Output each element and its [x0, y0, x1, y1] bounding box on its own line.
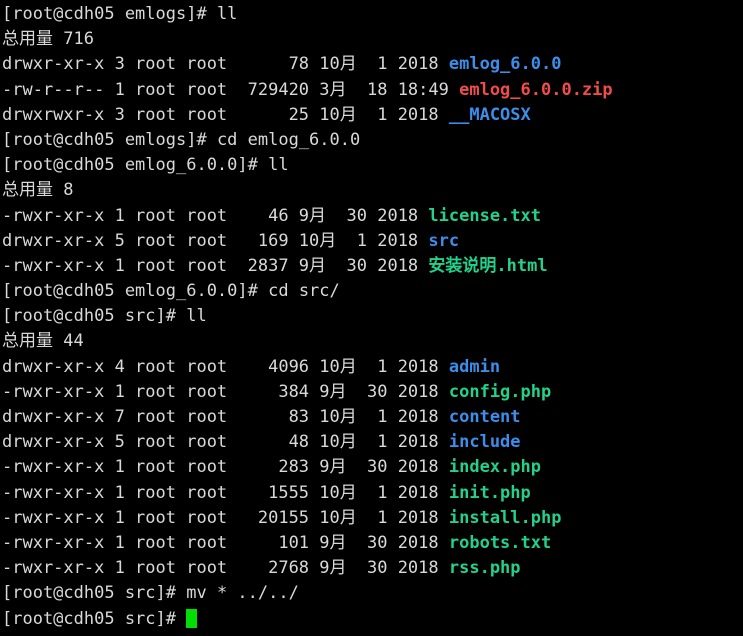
- file-listing-row: -rwxr-xr-x 1 root root 46 9月 30 2018 lic…: [2, 204, 743, 229]
- file-listing-row: drwxr-xr-x 7 root root 83 10月 1 2018 con…: [2, 405, 743, 430]
- shell-command: mv * ../../: [186, 583, 299, 604]
- file-name[interactable]: rss.php: [449, 558, 521, 578]
- shell-prompt: [root@cdh05 emlog_6.0.0]#: [2, 155, 269, 176]
- shell-command: ll: [268, 155, 289, 176]
- file-metadata: drwxr-xr-x 3 root root 78 10月 1 2018: [2, 54, 449, 75]
- file-metadata: -rwxr-xr-x 1 root root 384 9月 30 2018: [2, 381, 449, 402]
- terminal-command-line: [root@cdh05 emlogs]# cd emlog_6.0.0: [2, 128, 743, 153]
- listing-total-line: 总用量 8: [2, 178, 743, 203]
- file-listing-row: -rwxr-xr-x 1 root root 20155 10月 1 2018 …: [2, 506, 743, 531]
- terminal-command-line: [root@cdh05 emlog_6.0.0]# ll: [2, 153, 743, 178]
- terminal-command-line: [root@cdh05 emlog_6.0.0]# cd src/: [2, 279, 743, 304]
- terminal-screen[interactable]: [root@cdh05 emlogs]# ll 总用量 716 drwxr-xr-x…: [0, 0, 743, 636]
- total-label: 总用量 44: [2, 331, 84, 352]
- shell-command: ll: [216, 4, 238, 24]
- file-metadata: -rwxr-xr-x 1 root root 1555 10月 1 2018: [2, 482, 449, 503]
- file-metadata: -rwxr-xr-x 1 root root 101 9月 30 2018: [2, 532, 449, 553]
- terminal-command-line: [root@cdh05 src]# ll: [2, 304, 743, 329]
- file-metadata: -rwxr-xr-x 1 root root 283 9月 30 2018: [2, 457, 449, 478]
- shell-prompt: [root@cdh05 src]#: [2, 608, 187, 629]
- file-listing-row: -rwxr-xr-x 1 root root 2837 9月 30 2018 安…: [2, 254, 743, 279]
- file-name[interactable]: license.txt: [428, 206, 541, 226]
- file-name[interactable]: init.php: [449, 483, 531, 503]
- file-metadata: drwxr-xr-x 5 root root 48 10月 1 2018: [2, 432, 449, 453]
- shell-prompt: [root@cdh05 emlog_6.0.0]#: [2, 281, 269, 302]
- shell-prompt: [root@cdh05 emlogs]#: [2, 129, 217, 150]
- file-metadata: -rwxr-xr-x 1 root root 46 9月 30 2018: [2, 205, 429, 226]
- file-listing-row: -rwxr-xr-x 1 root root 384 9月 30 2018 co…: [2, 380, 743, 405]
- file-metadata: -rwxr-xr-x 1 root root 2837 9月 30 2018: [2, 255, 429, 276]
- file-name[interactable]: 安装说明.html: [428, 256, 547, 276]
- file-name[interactable]: config.php: [449, 382, 551, 402]
- terminal-command-line: [root@cdh05 src]# mv * ../../: [2, 581, 743, 606]
- shell-prompt: [root@cdh05 emlogs]#: [2, 4, 217, 24]
- text-cursor: [186, 608, 198, 628]
- file-listing-row: drwxr-xr-x 5 root root 169 10月 1 2018 sr…: [2, 229, 743, 254]
- file-listing-row: -rw-r--r-- 1 root root 729420 3月 18 18:4…: [2, 78, 743, 103]
- shell-prompt: [root@cdh05 src]#: [2, 306, 187, 327]
- file-metadata: -rwxr-xr-x 1 root root 2768 9月 30 2018: [2, 558, 449, 579]
- terminal-command-line: [root@cdh05 src]#: [2, 607, 743, 632]
- file-metadata: drwxr-xr-x 7 root root 83 10月 1 2018: [2, 407, 449, 427]
- file-listing-row: -rwxr-xr-x 1 root root 2768 9月 30 2018 r…: [2, 556, 743, 581]
- file-name[interactable]: robots.txt: [449, 533, 551, 553]
- file-listing-row: drwxrwxr-x 3 root root 25 10月 1 2018 __M…: [2, 103, 743, 128]
- shell-prompt: [root@cdh05 src]#: [2, 583, 187, 604]
- terminal-command-line: [root@cdh05 emlogs]# ll: [2, 2, 743, 27]
- file-metadata: -rwxr-xr-x 1 root root 20155 10月 1 2018: [2, 507, 449, 528]
- shell-command: cd src/: [268, 281, 340, 302]
- file-metadata: drwxr-xr-x 5 root root 169 10月 1 2018: [2, 230, 429, 251]
- file-metadata: drwxr-xr-x 4 root root 4096 10月 1 2018: [2, 356, 449, 377]
- total-label: 总用量 8: [2, 180, 74, 201]
- file-name[interactable]: include: [449, 432, 521, 452]
- file-name[interactable]: install.php: [449, 508, 562, 528]
- file-listing-row: drwxr-xr-x 3 root root 78 10月 1 2018 eml…: [2, 52, 743, 77]
- shell-command: cd emlog_6.0.0: [216, 129, 361, 150]
- total-label: 总用量 716: [2, 29, 94, 50]
- listing-total-line: 总用量 716: [2, 27, 743, 52]
- file-name[interactable]: admin: [449, 357, 500, 377]
- file-name[interactable]: content: [449, 407, 521, 427]
- file-listing-row: drwxr-xr-x 5 root root 48 10月 1 2018 inc…: [2, 430, 743, 455]
- file-listing-row: -rwxr-xr-x 1 root root 1555 10月 1 2018 i…: [2, 481, 743, 506]
- file-name[interactable]: emlog_6.0.0: [449, 54, 562, 74]
- file-metadata: drwxrwxr-x 3 root root 25 10月 1 2018: [2, 104, 449, 125]
- file-name[interactable]: emlog_6.0.0.zip: [459, 80, 613, 100]
- file-name[interactable]: index.php: [449, 457, 541, 477]
- file-name[interactable]: __MACOSX: [449, 105, 531, 125]
- file-listing-row: drwxr-xr-x 4 root root 4096 10月 1 2018 a…: [2, 355, 743, 380]
- file-metadata: -rw-r--r-- 1 root root 729420 3月 18 18:4…: [2, 79, 460, 100]
- file-listing-row: -rwxr-xr-x 1 root root 101 9月 30 2018 ro…: [2, 531, 743, 556]
- shell-command: ll: [186, 306, 207, 327]
- file-name[interactable]: src: [428, 231, 459, 251]
- listing-total-line: 总用量 44: [2, 329, 743, 354]
- file-listing-row: -rwxr-xr-x 1 root root 283 9月 30 2018 in…: [2, 455, 743, 480]
